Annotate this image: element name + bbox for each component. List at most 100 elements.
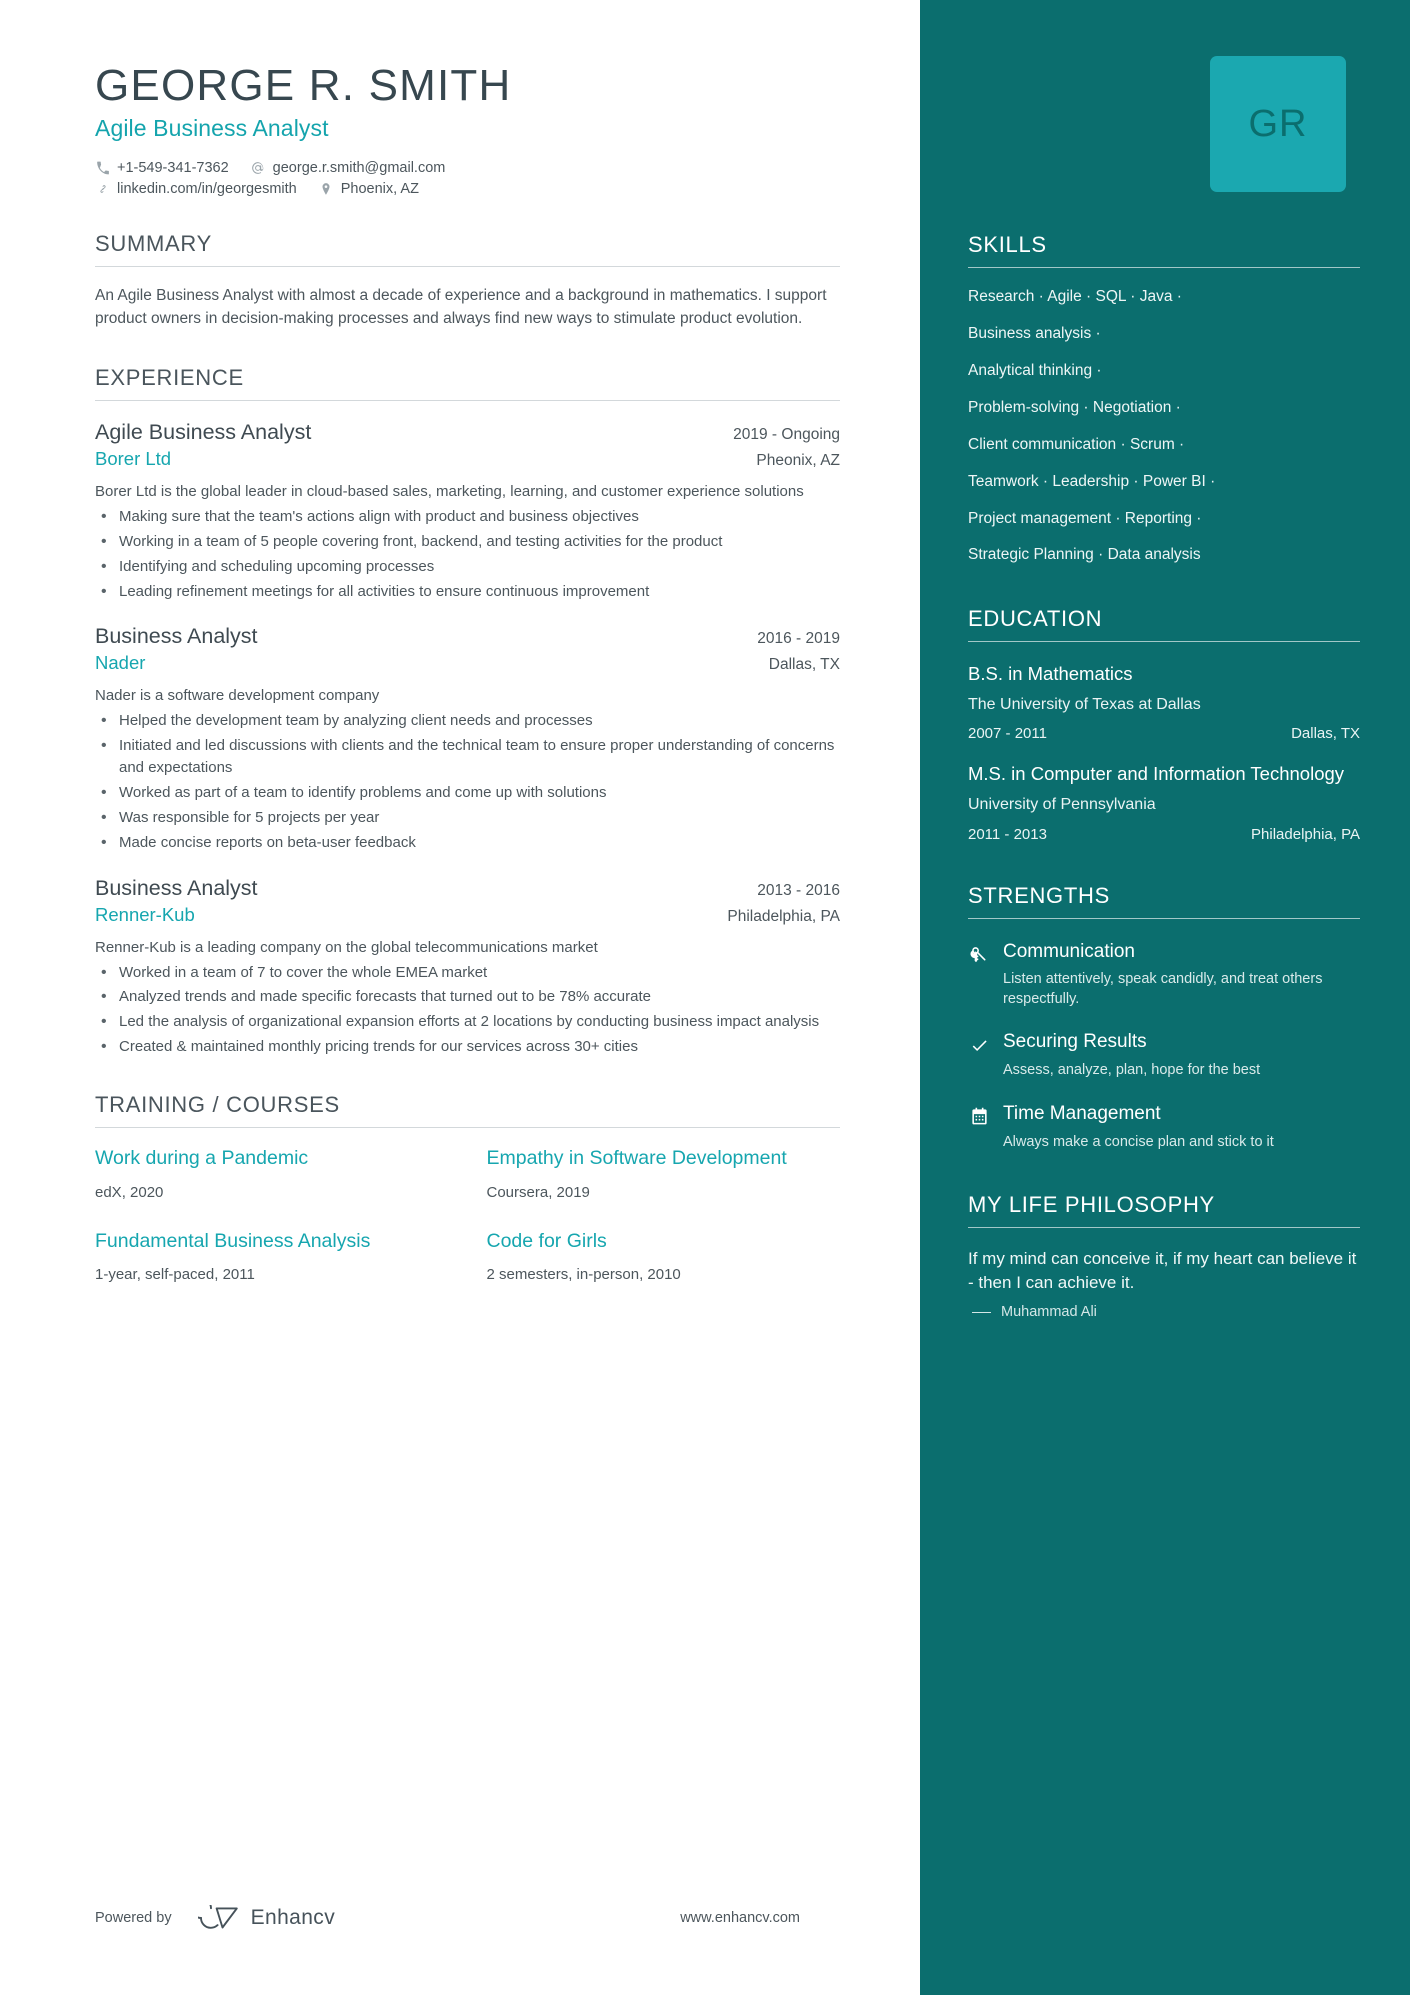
contact-linkedin[interactable]: linkedin.com/in/georgesmith bbox=[95, 181, 297, 197]
experience-item-subheader: Borer Ltd Pheonix, AZ bbox=[95, 445, 840, 470]
course-name[interactable]: Empathy in Software Development bbox=[487, 1146, 841, 1170]
contact-email[interactable]: george.r.smith@gmail.com bbox=[251, 159, 446, 176]
skill-line: Problem-solving · Negotiation · bbox=[968, 398, 1181, 416]
experience-bullet: Led the analysis of organizational expan… bbox=[95, 1010, 840, 1033]
experience-bullet: Initiated and led discussions with clien… bbox=[95, 734, 840, 779]
experience-bullet-list: Making sure that the team's actions alig… bbox=[95, 505, 840, 603]
experience-location: Philadelphia, PA bbox=[727, 907, 840, 925]
contact-linkedin-text: linkedin.com/in/georgesmith bbox=[117, 180, 297, 197]
skill-line: Strategic Planning · Data analysis bbox=[968, 546, 1201, 564]
strength-description: Always make a concise plan and stick to … bbox=[1003, 1133, 1274, 1150]
course-item: Empathy in Software Development Coursera,… bbox=[487, 1146, 841, 1200]
strength-text: Time Management Always make a concise pla… bbox=[1003, 1103, 1274, 1152]
strength-text: Communication Listen attentively, speak c… bbox=[1003, 941, 1360, 1010]
summary-divider bbox=[95, 265, 840, 267]
education-school: University of Pennsylvania bbox=[968, 795, 1156, 813]
footer-url[interactable]: www.enhancv.com bbox=[680, 1910, 840, 1926]
course-name[interactable]: Work during a Pandemic bbox=[95, 1146, 449, 1170]
experience-description: Renner-Kub is a leading company on the g… bbox=[95, 938, 598, 956]
candidate-headline: Agile Business Analyst bbox=[95, 114, 329, 141]
skill-line: Teamwork · Leadership · Power BI · bbox=[968, 472, 1216, 490]
course-name[interactable]: Fundamental Business Analysis bbox=[95, 1229, 449, 1253]
education-title: EDUCATION bbox=[968, 606, 1103, 632]
strength-item: Time Management Always make a concise pla… bbox=[968, 1103, 1360, 1152]
experience-job-title: Business Analyst bbox=[95, 875, 258, 900]
contact-phone[interactable]: +1-549-341-7362 bbox=[95, 160, 229, 176]
philosophy-author: Muhammad Ali bbox=[968, 1304, 1360, 1320]
course-name[interactable]: Code for Girls bbox=[487, 1229, 841, 1253]
section-philosophy: MY LIFE PHILOSOPHY If my mind can concei… bbox=[968, 1192, 1360, 1320]
strengths-divider bbox=[968, 917, 1360, 919]
avatar: GR bbox=[1210, 56, 1346, 192]
resume-page: GEORGE R. SMITH Agile Business Analyst +… bbox=[0, 0, 1410, 1995]
experience-job-date: 2019 - Ongoing bbox=[733, 426, 840, 443]
education-degree: B.S. in Mathematics bbox=[968, 663, 1133, 685]
experience-job-date: 2016 - 2019 bbox=[757, 630, 840, 648]
experience-bullet: Analyzed trends and made specific foreca… bbox=[95, 985, 840, 1008]
contact-location: Phoenix, AZ bbox=[319, 181, 419, 197]
experience-item-subheader: Nader Dallas, TX bbox=[95, 649, 840, 674]
sidebar: GR SKILLS Research · Agile · SQL · Java … bbox=[920, 0, 1410, 1995]
summary-title: SUMMARY bbox=[95, 230, 212, 256]
contact-phone-text: +1-549-341-7362 bbox=[117, 159, 229, 176]
experience-bullet: Worked as part of a team to identify pro… bbox=[95, 781, 840, 804]
link-icon bbox=[95, 181, 110, 196]
course-meta: Coursera, 2019 bbox=[486, 1183, 590, 1201]
contact-location-text: Phoenix, AZ bbox=[340, 180, 419, 197]
philosophy-author-name: Muhammad Ali bbox=[1001, 1304, 1097, 1321]
experience-bullet: Helped the development team by analyzing… bbox=[95, 709, 840, 732]
experience-bullet: Leading refinement meetings for all acti… bbox=[95, 580, 840, 603]
education-list: B.S. in Mathematics The University of Tex… bbox=[968, 662, 1360, 842]
contact-email-text: george.r.smith@gmail.com bbox=[272, 159, 446, 176]
enhancv-mark-icon bbox=[197, 1905, 240, 1931]
experience-bullet: Made concise reports on beta-user feedba… bbox=[95, 831, 840, 854]
strengths-list: Communication Listen attentively, speak c… bbox=[968, 941, 1360, 1153]
philosophy-title: MY LIFE PHILOSOPHY bbox=[968, 1192, 1215, 1218]
strength-name: Communication bbox=[1003, 940, 1135, 962]
experience-location: Pheonix, AZ bbox=[756, 452, 840, 469]
key-icon bbox=[968, 944, 990, 966]
summary-text: An Agile Business Analyst with almost a … bbox=[95, 286, 827, 328]
education-degree: M.S. in Computer and Information Technol… bbox=[968, 763, 1345, 785]
skill-line: Project management · Reporting · bbox=[968, 509, 1202, 527]
education-location: Dallas, TX bbox=[1291, 725, 1360, 743]
section-strengths: STRENGTHS Communication Listen attentivel… bbox=[968, 883, 1360, 1153]
powered-by-label: Powered by bbox=[95, 1910, 172, 1926]
experience-bullet: Making sure that the team's actions alig… bbox=[95, 505, 840, 528]
experience-bullet: Created & maintained monthly pricing tre… bbox=[95, 1035, 840, 1058]
candidate-name: GEORGE R. SMITH bbox=[95, 61, 512, 110]
education-meta: 2011 - 2013 Philadelphia, PA bbox=[968, 826, 1360, 843]
experience-location: Dallas, TX bbox=[768, 656, 840, 674]
section-training: TRAINING / COURSES Work during a Pandemi… bbox=[95, 1092, 840, 1283]
experience-job-date: 2013 - 2016 bbox=[757, 881, 840, 899]
skills-title: SKILLS bbox=[968, 232, 1047, 257]
training-divider bbox=[95, 1127, 840, 1129]
enhancv-wordmark: Enhancv bbox=[250, 1906, 336, 1929]
course-meta: 1-year, self-paced, 2011 bbox=[95, 1265, 255, 1283]
experience-company[interactable]: Renner-Kub bbox=[95, 901, 195, 926]
strength-name: Securing Results bbox=[1003, 1031, 1147, 1053]
education-location: Philadelphia, PA bbox=[1251, 825, 1360, 843]
experience-company[interactable]: Nader bbox=[95, 649, 145, 674]
experience-bullet-list: Helped the development team by analyzing… bbox=[95, 709, 840, 854]
experience-bullet: Worked in a team of 7 to cover the whole… bbox=[95, 961, 840, 984]
experience-bullet: Was responsible for 5 projects per year bbox=[95, 806, 840, 829]
education-years: 2007 - 2011 bbox=[968, 725, 1047, 743]
philosophy-divider bbox=[968, 1227, 1360, 1229]
experience-item-header: Business Analyst 2013 - 2016 bbox=[95, 876, 840, 901]
contact-row-1: +1-549-341-7362 george.r.smith@gmail.com bbox=[95, 160, 840, 176]
skill-line: Client communication · Scrum · bbox=[968, 435, 1185, 453]
phone-icon bbox=[95, 160, 110, 175]
enhancv-logo: Enhancv bbox=[197, 1905, 336, 1931]
education-meta: 2007 - 2011 Dallas, TX bbox=[968, 725, 1360, 742]
experience-job-title: Business Analyst bbox=[95, 624, 258, 649]
experience-item-header: Agile Business Analyst 2019 - Ongoing bbox=[95, 420, 840, 445]
section-summary: SUMMARY An Agile Business Analyst with a… bbox=[95, 231, 840, 331]
education-school: The University of Texas at Dallas bbox=[968, 695, 1201, 713]
experience-company[interactable]: Borer Ltd bbox=[95, 445, 171, 470]
skills-list: Research · Agile · SQL · Java · Business … bbox=[968, 287, 1360, 566]
strength-description: Assess, analyze, plan, hope for the best bbox=[1003, 1062, 1261, 1079]
experience-item-subheader: Renner-Kub Philadelphia, PA bbox=[95, 901, 840, 926]
course-item: Fundamental Business Analysis 1-year, sel… bbox=[95, 1229, 449, 1283]
experience-item: Agile Business Analyst 2019 - Ongoing Bore… bbox=[95, 420, 840, 603]
